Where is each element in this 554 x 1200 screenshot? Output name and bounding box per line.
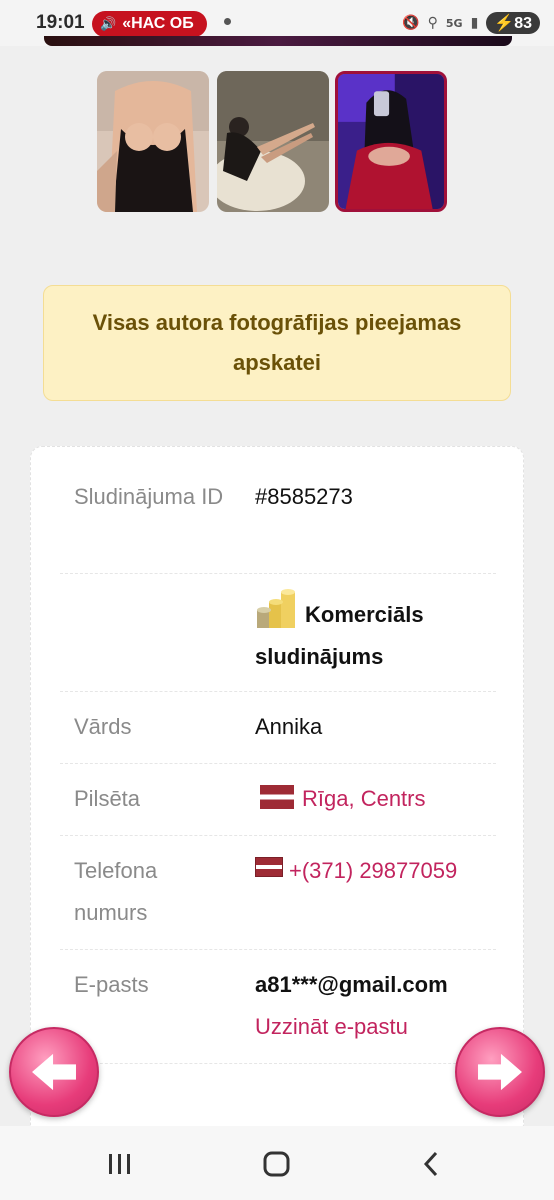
- gallery-thumbnail-2[interactable]: [217, 71, 329, 212]
- home-icon[interactable]: [261, 1148, 293, 1180]
- detail-row-email: E-pasts a81***@gmail.com Uzzināt e-pastu: [60, 950, 496, 1064]
- speaker-icon: 🔊: [100, 16, 117, 31]
- next-arrow-button[interactable]: [455, 1027, 545, 1117]
- main-photo-edge: [44, 36, 512, 46]
- battery-level: 83: [514, 15, 532, 32]
- reveal-email-link[interactable]: Uzzināt e-pastu: [255, 1006, 408, 1048]
- battery-indicator: ⚡83: [486, 12, 540, 34]
- detail-row-phone: Telefona numurs +(371) 29877059: [60, 836, 496, 950]
- signal-icon: ▮: [470, 15, 479, 31]
- status-icons: 🔇 ⚲ 5G ▮ ⚡83: [402, 12, 540, 34]
- mute-icon: 🔇: [402, 15, 420, 31]
- detail-row-commercial: Komerciāls sludinājums: [60, 574, 496, 692]
- detail-row-ad-id: Sludinājuma ID #8585273: [60, 446, 496, 574]
- status-time: 19:01: [36, 12, 85, 33]
- name-value: Annika: [255, 714, 323, 739]
- latvia-flag-icon: [255, 857, 283, 877]
- arrow-left-icon: [32, 1053, 76, 1091]
- name-label: Vārds: [74, 714, 132, 739]
- network-label: 5G: [445, 16, 463, 30]
- gallery-thumbnail-1[interactable]: [97, 71, 209, 212]
- city-label: Pilsēta: [74, 786, 141, 811]
- arrow-right-icon: [478, 1053, 522, 1091]
- email-value: a81***@gmail.com: [255, 972, 448, 997]
- phone-link[interactable]: +(371) 29877059: [255, 850, 457, 892]
- photo-image: [97, 71, 209, 212]
- phone-value: +(371) 29877059: [289, 858, 458, 883]
- back-icon[interactable]: [416, 1148, 448, 1180]
- phone-label: Telefona numurs: [74, 858, 158, 925]
- coins-icon: [257, 589, 295, 628]
- ad-id-label: Sludinājuma ID: [74, 484, 224, 509]
- latvia-flag-icon: [260, 785, 294, 809]
- previous-arrow-button[interactable]: [9, 1027, 99, 1117]
- email-label: E-pasts: [74, 972, 149, 997]
- photo-image: [217, 71, 329, 212]
- detail-row-name: Vārds Annika: [60, 692, 496, 764]
- commercial-badge: Komerciāls sludinājums: [255, 588, 485, 678]
- ad-id-value: #8585273: [255, 484, 353, 509]
- gallery-thumbnail-3-selected[interactable]: [335, 71, 447, 212]
- city-value: Rīga, Centrs: [302, 786, 426, 811]
- photo-image: [338, 74, 444, 209]
- location-icon: ⚲: [427, 15, 438, 31]
- detail-row-city: Pilsēta Rīga, Centrs: [60, 764, 496, 836]
- city-link[interactable]: Rīga, Centrs: [260, 778, 426, 820]
- system-navigation-bar: [0, 1126, 554, 1200]
- call-pill[interactable]: 🔊 «НАС ОБ: [92, 11, 207, 37]
- recent-apps-icon[interactable]: [104, 1148, 136, 1180]
- call-pill-text: «НАС ОБ: [122, 15, 194, 32]
- photos-notice: Visas autora fotogrāfijas pieejamas apsk…: [43, 285, 511, 401]
- notification-dot-icon: [224, 18, 231, 25]
